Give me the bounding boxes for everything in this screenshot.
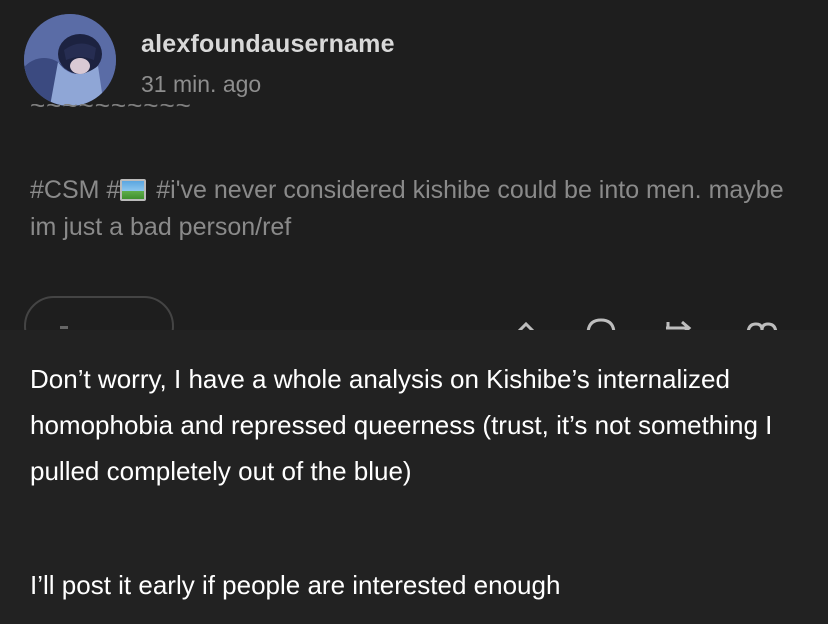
- image-icon: [120, 179, 147, 201]
- avatar[interactable]: [24, 14, 116, 106]
- post-timestamp: 31 min. ago: [141, 71, 262, 97]
- like-icon[interactable]: [745, 312, 779, 330]
- username[interactable]: alexfoundausername: [141, 30, 395, 59]
- reblog-icon[interactable]: [662, 312, 696, 330]
- reply-paragraph-1: Don’t worry, I have a whole analysis on …: [30, 364, 773, 486]
- tags-prefix[interactable]: #CSM #: [30, 176, 120, 204]
- post-tags: #CSM # #i've never considered kishibe co…: [30, 172, 800, 246]
- notes-button[interactable]: [24, 296, 174, 330]
- comment-icon[interactable]: [584, 312, 618, 330]
- avatar-image: [24, 14, 116, 106]
- reply-paragraph-2: I’ll post it early if people are interes…: [30, 570, 561, 600]
- reply-text: Don’t worry, I have a whole analysis on …: [0, 330, 828, 624]
- share-icon[interactable]: [509, 312, 543, 330]
- truncated-text: ~~~~~~~~~~: [30, 104, 192, 120]
- notes-indicator: [60, 326, 68, 329]
- original-post: alexfoundausername 31 min. ago ~~~~~~~~~…: [0, 0, 828, 330]
